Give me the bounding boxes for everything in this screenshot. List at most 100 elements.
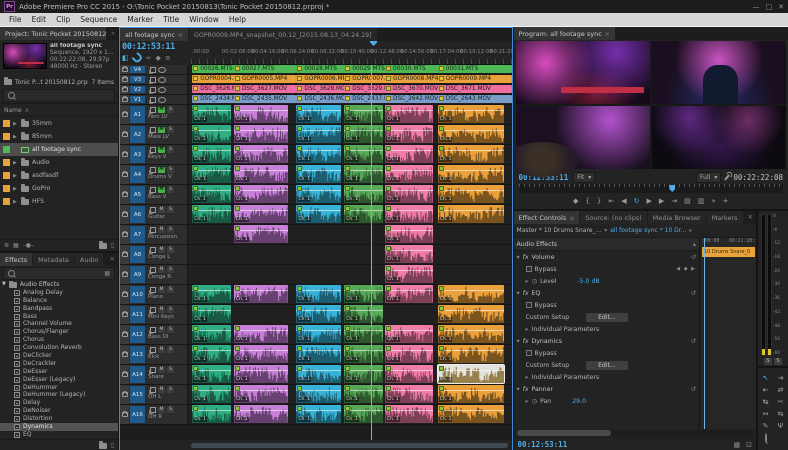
sync-lock-icon[interactable]: [150, 187, 156, 193]
project-item-bin[interactable]: ▶85mm: [0, 130, 118, 143]
audio-clip[interactable]: Ch. 1: [296, 125, 341, 143]
menu-marker[interactable]: Marker: [122, 15, 158, 24]
mute-button[interactable]: M: [158, 127, 165, 133]
audio-clip[interactable]: Ch. 1: [385, 245, 433, 263]
linked-selection-icon[interactable]: ∞: [146, 54, 152, 62]
video-clip[interactable]: DSC_3670.MOV: [385, 85, 441, 93]
track-label[interactable]: A13: [130, 346, 145, 363]
effect-item[interactable]: DeClicker: [0, 352, 118, 360]
tab-audio[interactable]: Audio: [75, 253, 103, 266]
step-back-icon[interactable]: ◀: [621, 197, 626, 205]
razor-tool[interactable]: ✂: [778, 398, 784, 406]
track-lock[interactable]: [120, 75, 129, 84]
menu-file[interactable]: File: [4, 15, 27, 24]
param-custom-setup[interactable]: Custom SetupEdit...: [514, 311, 699, 323]
tab-sequence[interactable]: GOPR0009.MP4_snapshot_00.12_[2015.08.13_…: [189, 28, 377, 41]
video-lane[interactable]: 00026.MTS00027.MTS00028.MTS00029.MTS0003…: [188, 65, 512, 74]
selected-clip-bar[interactable]: 10 Drums Snare_0: [702, 247, 755, 257]
track-label[interactable]: V1: [130, 96, 145, 103]
track-label[interactable]: A6: [130, 206, 145, 223]
label-color-swatch[interactable]: [3, 159, 10, 166]
camera-angle-3[interactable]: [516, 106, 650, 169]
solo-button[interactable]: S: [167, 167, 174, 173]
audio-lane[interactable]: Ch. 1Ch. 1Ch. 1Ch. 1Ch. 1Ch. 1: [188, 185, 512, 204]
track-lock[interactable]: [120, 245, 129, 264]
track-header-a13[interactable]: A13MSKick: [120, 345, 188, 364]
audio-clip[interactable]: Ch. 1: [344, 405, 383, 423]
solo-button[interactable]: S: [167, 187, 174, 193]
effect-item[interactable]: Balance: [0, 297, 118, 305]
param-bypass[interactable]: Bypass: [514, 347, 699, 359]
label-color-swatch[interactable]: [3, 146, 10, 153]
mute-button[interactable]: M: [158, 247, 165, 253]
audio-clip[interactable]: Ch. 1: [296, 385, 341, 403]
solo-button[interactable]: S: [167, 147, 174, 153]
track-header-a5[interactable]: A5MSBass V: [120, 185, 188, 204]
sync-lock-icon[interactable]: [150, 247, 156, 253]
ecp-hscrollbar[interactable]: [517, 430, 612, 436]
volume-rubber-band[interactable]: [234, 330, 288, 331]
reset-icon[interactable]: ↺: [691, 338, 696, 345]
track-header-v4[interactable]: V4: [120, 65, 188, 74]
zoom-tool[interactable]: [765, 434, 767, 442]
track-header-v3[interactable]: V3: [120, 75, 188, 84]
audio-clip[interactable]: Ch. 1: [192, 365, 231, 383]
audio-clip[interactable]: Ch. 1: [385, 165, 433, 183]
disclosure-icon[interactable]: ▶: [13, 134, 18, 140]
menu-window[interactable]: Window: [184, 15, 224, 24]
video-clip[interactable]: GOPR0004.MP4: [192, 75, 239, 83]
keyframe-nav-icons[interactable]: ◀ ◆ ▶: [676, 266, 696, 272]
volume-rubber-band[interactable]: [385, 250, 433, 251]
video-clip[interactable]: DSC_3628.MOV: [296, 85, 349, 93]
close-icon[interactable]: ✕: [605, 31, 610, 38]
lift-icon[interactable]: ▤: [684, 197, 691, 205]
mute-button[interactable]: M: [158, 147, 165, 153]
audio-clip[interactable]: Ch. 1: [192, 125, 231, 143]
audio-clip[interactable]: Ch. 1: [192, 325, 231, 343]
solo-button[interactable]: S: [167, 267, 174, 273]
video-clip[interactable]: DSC_3626.MOV: [192, 85, 239, 93]
sync-lock-icon[interactable]: [150, 207, 156, 213]
slide-tool[interactable]: ⇆: [778, 410, 784, 418]
audio-lane[interactable]: Ch. 1Ch. 1: [188, 225, 512, 244]
param-bypass[interactable]: Bypass: [514, 299, 699, 311]
track-lock[interactable]: [120, 95, 129, 104]
filter-icon[interactable]: ▦: [104, 270, 110, 277]
camera-angle-1[interactable]: [516, 41, 650, 104]
volume-rubber-band[interactable]: [234, 350, 288, 351]
audio-clip[interactable]: Ch. 1: [234, 345, 288, 363]
zoom-slider[interactable]: –●–: [23, 242, 34, 249]
mute-button[interactable]: M: [158, 167, 165, 173]
reset-icon[interactable]: ↺: [691, 254, 696, 261]
audio-lane[interactable]: Ch. 1Ch. 1Ch. 1Ch. 1Ch. 1Ch. 1: [188, 325, 512, 344]
disclosure-icon[interactable]: ▶: [13, 160, 18, 166]
audio-clip[interactable]: Ch. 1: [438, 305, 504, 323]
track-select-forward-tool[interactable]: ⇥: [778, 374, 784, 382]
mute-button[interactable]: M: [158, 307, 165, 313]
track-label[interactable]: A12: [130, 326, 145, 343]
volume-rubber-band[interactable]: [438, 190, 504, 191]
track-label[interactable]: A5: [130, 186, 145, 203]
audio-clip[interactable]: Ch. 1: [344, 305, 383, 323]
volume-rubber-band[interactable]: [438, 410, 504, 411]
sync-lock-icon[interactable]: [150, 347, 156, 353]
audio-clip[interactable]: Ch. 1: [385, 385, 433, 403]
track-header-a16[interactable]: A16MSOH R: [120, 405, 188, 424]
video-clip[interactable]: GOPR0005.MP4: [234, 75, 296, 83]
volume-rubber-band[interactable]: [438, 210, 504, 211]
camera-angle-2[interactable]: [652, 41, 786, 104]
audio-clip[interactable]: Ch. 1: [438, 345, 504, 363]
volume-rubber-band[interactable]: [438, 350, 504, 351]
master-clip-select[interactable]: Master * 10 Drums Snare_...: [517, 227, 602, 234]
audio-clip[interactable]: Ch. 1: [385, 185, 433, 203]
audio-clip[interactable]: Ch. 1: [344, 125, 383, 143]
mute-button[interactable]: M: [158, 407, 165, 413]
param-pan[interactable]: ▸◷Pan29.0: [514, 395, 699, 407]
audio-clip[interactable]: Ch. 1: [385, 285, 433, 303]
audio-clip[interactable]: Ch. 1: [438, 325, 504, 343]
track-output-eye-icon[interactable]: [158, 97, 166, 103]
audio-clip[interactable]: Ch. 1: [234, 145, 288, 163]
video-clip[interactable]: DSC_2436.MOV: [296, 95, 349, 103]
track-label[interactable]: A16: [130, 406, 145, 423]
icon-view-icon[interactable]: ▦: [13, 242, 19, 249]
